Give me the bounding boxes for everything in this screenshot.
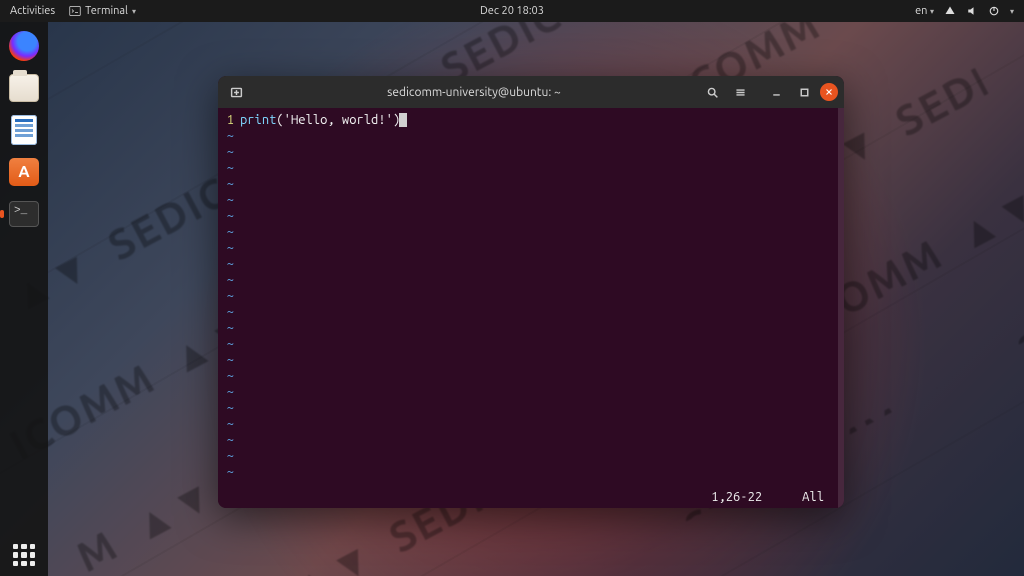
code-string: ('Hello, world!') (276, 113, 400, 127)
editor-empty-line: ~ (218, 432, 838, 448)
tilde-marker: ~ (218, 416, 240, 432)
volume-icon[interactable] (966, 5, 978, 17)
close-button[interactable] (820, 83, 838, 101)
editor-empty-line: ~ (218, 176, 838, 192)
tilde-marker: ~ (218, 288, 240, 304)
tilde-marker: ~ (218, 144, 240, 160)
clock[interactable]: Dec 20 18:03 (0, 5, 1024, 17)
files-icon (9, 74, 39, 102)
tilde-marker: ~ (218, 304, 240, 320)
activities-button[interactable]: Activities (10, 5, 55, 17)
editor-empty-line: ~ (218, 272, 838, 288)
editor-empty-line: ~ (218, 336, 838, 352)
hamburger-icon (734, 86, 747, 99)
editor-empty-line: ~ (218, 384, 838, 400)
editor-empty-line: ~ (218, 288, 838, 304)
vim-status-line: 1,26-22 All (218, 490, 834, 504)
terminal-window: sedicomm-university@ubuntu: ~ 1 print('H… (218, 76, 844, 508)
new-tab-button[interactable] (224, 80, 248, 104)
terminal-body[interactable]: 1 print('Hello, world!') ~~~~~~~~~~~~~~~… (218, 108, 844, 508)
tilde-marker: ~ (218, 272, 240, 288)
tilde-marker: ~ (218, 464, 240, 480)
minimize-icon (770, 86, 783, 99)
tilde-marker: ~ (218, 176, 240, 192)
editor-empty-line: ~ (218, 368, 838, 384)
dock (0, 22, 48, 576)
editor-empty-line: ~ (218, 464, 838, 480)
show-applications-button[interactable] (0, 544, 48, 566)
editor-empty-line: ~ (218, 224, 838, 240)
editor-empty-line: ~ (218, 128, 838, 144)
app-menu-label: Terminal (85, 5, 128, 17)
maximize-icon (798, 86, 811, 99)
editor-empty-line: ~ (218, 208, 838, 224)
tilde-marker: ~ (218, 400, 240, 416)
firefox-icon (9, 31, 39, 61)
new-tab-icon (230, 86, 243, 99)
tilde-marker: ~ (218, 160, 240, 176)
tilde-marker: ~ (218, 256, 240, 272)
tilde-marker: ~ (218, 208, 240, 224)
vim-scroll-percent: All (802, 490, 824, 504)
minimize-button[interactable] (764, 80, 788, 104)
software-store-icon (9, 158, 39, 186)
tilde-marker: ~ (218, 128, 240, 144)
editor-empty-line: ~ (218, 240, 838, 256)
chevron-down-icon: ▾ (132, 7, 136, 16)
dock-app-writer[interactable] (6, 112, 42, 148)
apps-grid-icon (13, 544, 35, 566)
terminal-titlebar[interactable]: sedicomm-university@ubuntu: ~ (218, 76, 844, 108)
search-button[interactable] (700, 80, 724, 104)
text-cursor (399, 113, 407, 127)
editor-empty-line: ~ (218, 352, 838, 368)
editor-empty-line: ~ (218, 416, 838, 432)
hamburger-menu-button[interactable] (728, 80, 752, 104)
app-menu[interactable]: Terminal ▾ (69, 5, 136, 17)
tilde-marker: ~ (218, 384, 240, 400)
editor-empty-line: ~ (218, 256, 838, 272)
editor-empty-line: ~ (218, 192, 838, 208)
editor-empty-line: ~ (218, 160, 838, 176)
input-source-indicator[interactable]: en ▾ (915, 5, 934, 17)
editor-empty-line: ~ (218, 304, 838, 320)
dock-app-firefox[interactable] (6, 28, 42, 64)
tilde-marker: ~ (218, 192, 240, 208)
dock-app-software[interactable] (6, 154, 42, 190)
vim-cursor-position: 1,26-22 (711, 490, 762, 504)
tilde-marker: ~ (218, 240, 240, 256)
tilde-marker: ~ (218, 352, 240, 368)
close-icon (824, 87, 834, 97)
tilde-marker: ~ (218, 448, 240, 464)
power-icon[interactable] (988, 5, 1000, 17)
terminal-icon (69, 5, 81, 17)
editor-empty-line: ~ (218, 320, 838, 336)
gnome-topbar: Activities Terminal ▾ Dec 20 18:03 en ▾ … (0, 0, 1024, 22)
terminal-title: sedicomm-university@ubuntu: ~ (252, 86, 696, 99)
editor-empty-line: ~ (218, 144, 838, 160)
maximize-button[interactable] (792, 80, 816, 104)
dock-app-files[interactable] (6, 70, 42, 106)
line-number: 1 (218, 112, 240, 128)
tilde-marker: ~ (218, 224, 240, 240)
terminal-app-icon (9, 201, 39, 227)
tilde-marker: ~ (218, 368, 240, 384)
tilde-marker: ~ (218, 432, 240, 448)
tilde-marker: ~ (218, 336, 240, 352)
document-icon (11, 115, 37, 145)
network-icon[interactable] (944, 5, 956, 17)
editor-empty-line: ~ (218, 448, 838, 464)
code-keyword: print (240, 113, 276, 127)
tilde-marker: ~ (218, 320, 240, 336)
terminal-scrollbar[interactable] (838, 108, 844, 508)
system-menu-chevron-icon[interactable]: ▾ (1010, 7, 1014, 16)
editor-empty-line: ~ (218, 400, 838, 416)
code-content: print('Hello, world!') (240, 112, 407, 128)
editor-line-1: 1 print('Hello, world!') (218, 112, 838, 128)
search-icon (706, 86, 719, 99)
dock-app-terminal[interactable] (6, 196, 42, 232)
